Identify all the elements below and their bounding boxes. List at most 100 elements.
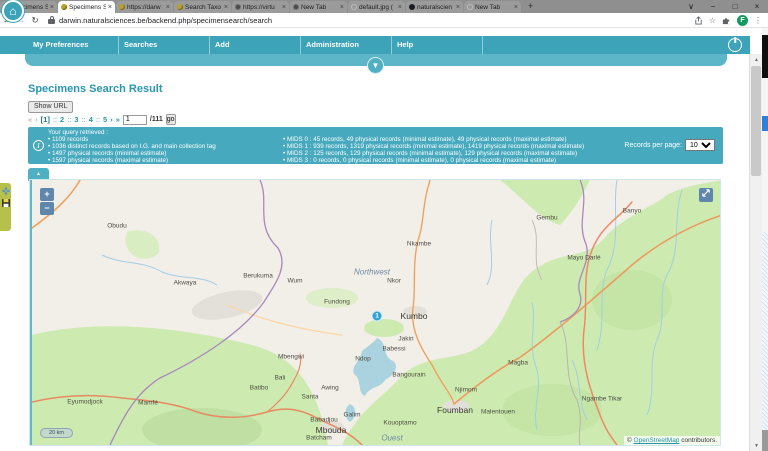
background-window-sliver bbox=[762, 28, 768, 451]
move-arrows-icon[interactable] bbox=[2, 187, 10, 195]
url-text[interactable]: darwin.naturalsciences.be/backend.php/sp… bbox=[59, 16, 694, 25]
lock-icon[interactable] bbox=[48, 16, 55, 24]
openstreetmap-link[interactable]: OpenStreetMap bbox=[634, 437, 680, 444]
tab-close-icon[interactable]: × bbox=[50, 4, 54, 11]
pagination-token[interactable]: « bbox=[28, 115, 32, 124]
attribution-copyright: © bbox=[627, 437, 632, 444]
tab-favicon bbox=[177, 4, 183, 10]
tab-close-icon[interactable]: × bbox=[166, 4, 170, 11]
fullscreen-icon[interactable] bbox=[699, 188, 713, 202]
show-url-button[interactable]: Show URL bbox=[28, 101, 73, 113]
pagination-token[interactable]: » bbox=[116, 115, 120, 124]
nav-menu-item[interactable]: Searches bbox=[119, 36, 210, 54]
minimize-button[interactable]: − bbox=[702, 0, 724, 13]
browser-tab[interactable]: naturalscien × bbox=[406, 1, 463, 13]
map-zoom-controls: + − bbox=[40, 188, 54, 216]
bookmarks-bar bbox=[0, 28, 768, 36]
mids-summary-line: • MIDS 2 : 125 records, 129 physical rec… bbox=[283, 150, 613, 157]
toggle-search-form-chevron-icon[interactable]: ▼ bbox=[367, 57, 384, 74]
maximize-button[interactable]: □ bbox=[724, 0, 746, 13]
pagination-token[interactable]: 5 bbox=[103, 115, 107, 124]
page-scrollbar[interactable]: ▲ ▼ bbox=[749, 54, 762, 451]
tab-close-icon[interactable]: × bbox=[282, 4, 286, 11]
tab-close-icon[interactable]: × bbox=[398, 4, 402, 11]
home-icon[interactable]: ⌂ bbox=[2, 0, 24, 22]
browser-tab[interactable]: Specimens S × bbox=[58, 1, 115, 13]
pagination-token[interactable]: :: bbox=[82, 115, 86, 124]
tab-favicon bbox=[293, 4, 299, 10]
close-button[interactable]: × bbox=[746, 0, 768, 13]
query-summary-bar: i Your query retrieved : • 1109 records•… bbox=[28, 127, 723, 164]
pagination: «‹[1]::2::3::4::5›» /111 go bbox=[28, 114, 176, 125]
tab-close-icon[interactable]: × bbox=[514, 4, 518, 11]
browser-tab[interactable]: default.jpg ( × bbox=[348, 1, 405, 13]
bookmark-star-icon[interactable]: ☆ bbox=[709, 16, 716, 25]
tab-favicon bbox=[119, 4, 125, 10]
pagination-token[interactable]: 4 bbox=[89, 115, 93, 124]
query-summary-line: • 1497 physical records (minimal estimat… bbox=[48, 150, 278, 157]
tab-title: New Tab bbox=[475, 4, 512, 11]
window-controls: ∨ − □ × bbox=[680, 0, 768, 13]
tab-title: Search Taxo bbox=[185, 4, 222, 11]
tab-title: Specimens S bbox=[69, 4, 106, 11]
nav-menu-item[interactable]: Help bbox=[392, 36, 483, 54]
new-tab-button[interactable]: + bbox=[528, 1, 533, 11]
page-total: /111 bbox=[150, 116, 163, 123]
tab-favicon bbox=[61, 4, 67, 10]
tab-strip: Specimens S × Specimens S × https://darw… bbox=[0, 0, 768, 13]
pagination-token[interactable]: 2 bbox=[60, 115, 64, 124]
site-nav: My Preferences Searches Add Administrati… bbox=[0, 36, 750, 54]
browser-window: Specimens S × Specimens S × https://darw… bbox=[0, 0, 768, 451]
tab-close-icon[interactable]: × bbox=[108, 4, 112, 11]
query-summary-line: • 1597 physical records (maximal estimat… bbox=[48, 157, 278, 164]
browser-tab[interactable]: Search Taxo × bbox=[174, 1, 231, 13]
logout-power-icon[interactable] bbox=[728, 38, 742, 52]
page-title: Specimens Search Result bbox=[28, 83, 163, 95]
profile-avatar[interactable]: F bbox=[737, 15, 748, 26]
tab-favicon bbox=[467, 4, 473, 10]
query-summary-line: • 1036 distinct records based on I.G. an… bbox=[48, 143, 278, 150]
tab-close-icon[interactable]: × bbox=[456, 4, 460, 11]
tab-favicon bbox=[409, 4, 415, 10]
query-summary-line: • 1109 records bbox=[48, 136, 278, 143]
tab-favicon bbox=[235, 4, 241, 10]
browser-tab[interactable]: https://virtu × bbox=[232, 1, 289, 13]
tab-title: https://virtu bbox=[243, 4, 280, 11]
tab-search-icon[interactable]: ∨ bbox=[680, 0, 702, 13]
pagination-token[interactable]: 3 bbox=[74, 115, 78, 124]
pagination-token[interactable]: :: bbox=[67, 115, 71, 124]
browser-tab[interactable]: New Tab × bbox=[464, 1, 521, 13]
zoom-in-button[interactable]: + bbox=[40, 188, 54, 201]
map[interactable]: ObuduGembuBanyoAkwayaBerukumaMayo DarléN… bbox=[30, 180, 720, 445]
map-attribution: © OpenStreetMap contributors. bbox=[624, 436, 720, 445]
tab-close-icon[interactable]: × bbox=[340, 4, 344, 11]
tab-close-icon[interactable]: × bbox=[224, 4, 228, 11]
page-number-input[interactable] bbox=[123, 115, 147, 125]
map-scale: 20 km bbox=[40, 428, 73, 438]
mids-summary-line: • MIDS 3 : 0 records, 0 physical records… bbox=[283, 157, 613, 164]
info-icon: i bbox=[33, 140, 44, 151]
pagination-token[interactable]: :: bbox=[53, 115, 57, 124]
nav-menu-item[interactable]: Add bbox=[210, 36, 301, 54]
pagination-token[interactable]: [1] bbox=[41, 115, 50, 124]
share-icon[interactable] bbox=[694, 16, 703, 25]
records-per-page-select[interactable]: 10 bbox=[685, 139, 715, 151]
pagination-token[interactable]: › bbox=[110, 115, 113, 124]
extensions-puzzle-icon[interactable] bbox=[722, 16, 731, 25]
tab-title: https://darw bbox=[127, 4, 164, 11]
nav-menu-item[interactable]: Administration bbox=[301, 36, 392, 54]
map-cluster-marker[interactable]: 1 bbox=[372, 311, 383, 322]
nav-menu-item[interactable]: My Preferences bbox=[28, 36, 119, 54]
browser-tab[interactable]: https://darw × bbox=[116, 1, 173, 13]
go-button[interactable]: go bbox=[166, 114, 176, 125]
mids-summary-line: • MIDS 0 : 45 records, 49 physical recor… bbox=[283, 136, 613, 143]
save-disk-icon[interactable] bbox=[2, 199, 10, 207]
browser-tab[interactable]: New Tab × bbox=[290, 1, 347, 13]
menu-kebab-icon[interactable]: ⋮ bbox=[754, 16, 762, 25]
tab-title: naturalscien bbox=[417, 4, 454, 11]
scrollbar-thumb[interactable] bbox=[751, 66, 761, 176]
pagination-token[interactable]: :: bbox=[96, 115, 100, 124]
zoom-out-button[interactable]: − bbox=[40, 202, 54, 215]
pagination-token[interactable]: ‹ bbox=[35, 115, 38, 124]
refresh-icon[interactable]: ↻ bbox=[28, 15, 42, 26]
